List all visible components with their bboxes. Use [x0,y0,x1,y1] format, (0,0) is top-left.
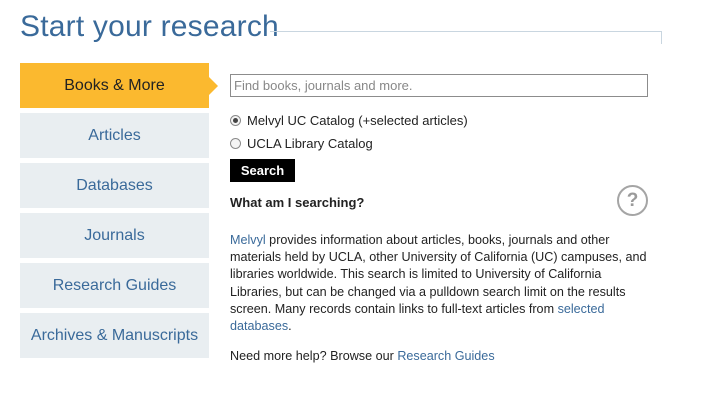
tab-books-and-more[interactable]: Books & More [20,63,218,108]
radio-button[interactable] [230,114,241,126]
tab-label: Books & More [64,76,165,94]
radio-label: UCLA Library Catalog [247,135,373,151]
info-description: Melvyl provides information about articl… [230,232,650,335]
info-heading: What am I searching? [230,195,365,210]
tab-articles[interactable]: Articles [20,113,209,158]
search-button[interactable]: Search [230,159,295,182]
radio-option-melvyl[interactable]: Melvyl UC Catalog (+selected articles) [230,110,650,130]
radio-option-ucla-catalog[interactable]: UCLA Library Catalog [230,133,650,153]
tab-label: Archives & Manuscripts [30,326,199,344]
tab-research-guides[interactable]: Research Guides [20,263,209,308]
help-line: Need more help? Browse our Research Guid… [230,349,650,363]
radio-label: Melvyl UC Catalog (+selected articles) [247,112,468,128]
help-prefix: Need more help? Browse our [230,349,398,364]
page-title: Start your research [20,10,279,43]
title-divider-end [661,31,662,44]
tab-label: Databases [76,176,153,194]
title-divider [270,31,662,32]
tab-journals[interactable]: Journals [20,213,209,258]
tab-label: Research Guides [52,276,177,294]
tab-label: Articles [88,126,141,144]
search-panel: Melvyl UC Catalog (+selected articles) U… [230,74,650,363]
radio-button[interactable] [230,137,241,149]
tab-archives-and-manuscripts[interactable]: Archives & Manuscripts [20,313,209,358]
question-mark-icon[interactable]: ? [617,185,648,216]
info-header: What am I searching? ? [230,185,650,216]
page-header: Start your research [20,10,662,50]
search-input[interactable] [230,74,648,97]
search-category-tabs: Books & More Articles Databases Journals… [20,63,218,363]
tab-label: Journals [84,226,145,244]
research-guides-link[interactable]: Research Guides [397,349,494,363]
melvyl-link[interactable]: Melvyl [230,233,266,247]
tab-databases[interactable]: Databases [20,163,209,208]
description-period: . [288,319,292,334]
